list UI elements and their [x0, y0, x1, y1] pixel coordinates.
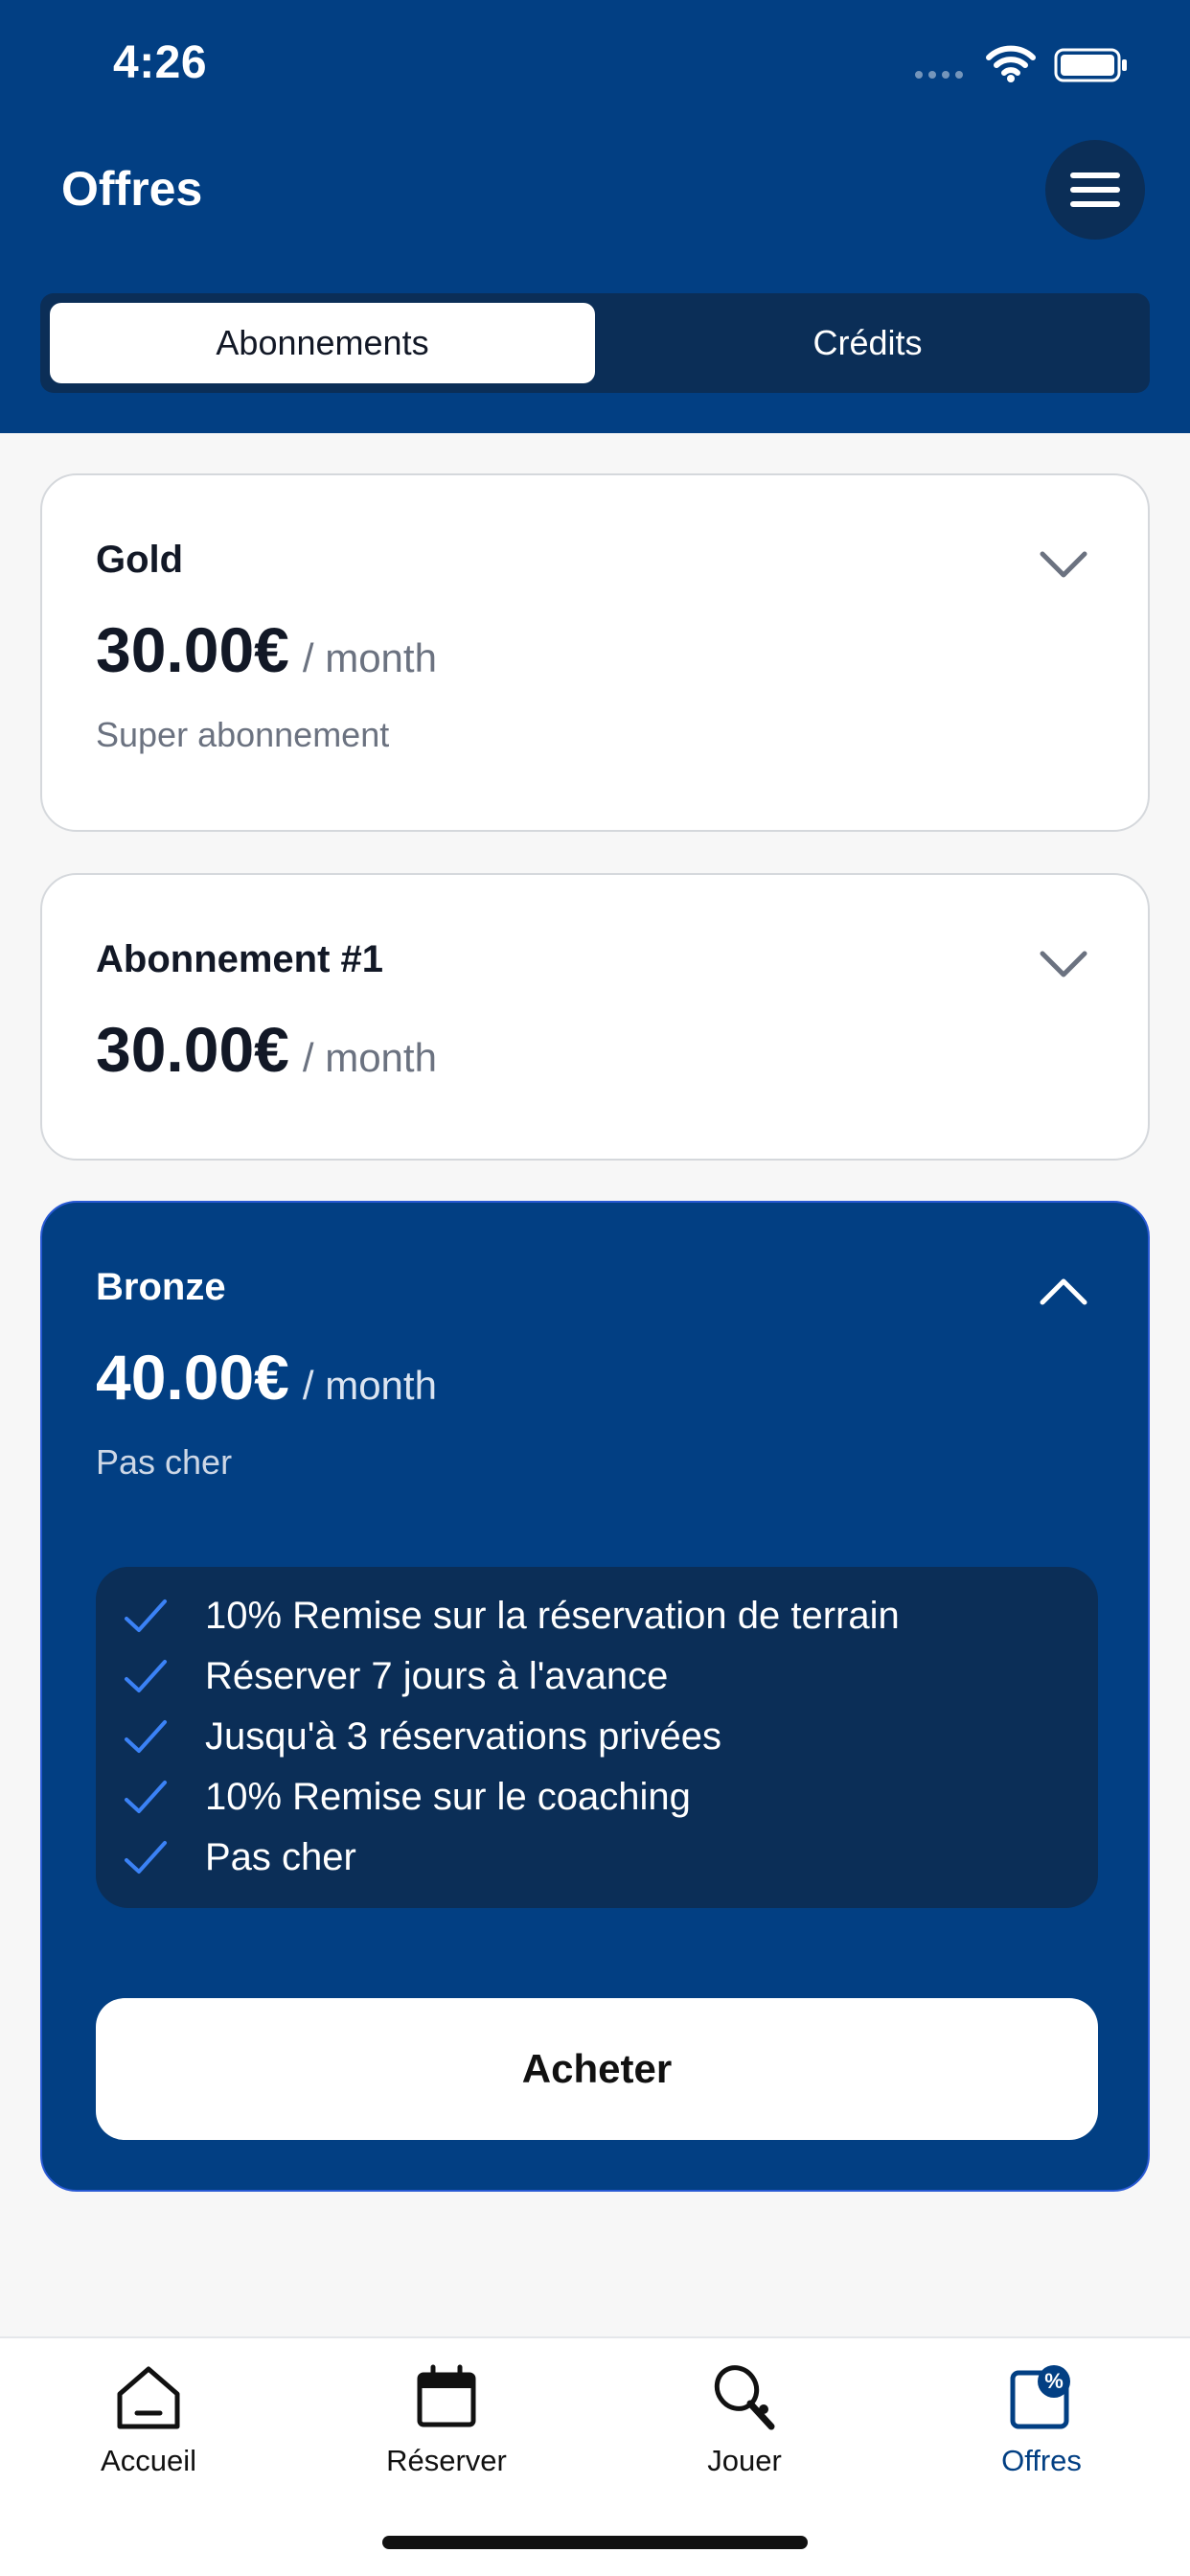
feature-item: 10% Remise sur la réservation de terrain	[123, 1586, 1098, 1646]
svg-text:%: %	[1044, 2369, 1064, 2393]
battery-icon	[1054, 48, 1127, 82]
home-indicator	[382, 2536, 808, 2549]
offers-icon: %	[1010, 2365, 1070, 2429]
tabbar-item-offres[interactable]: % Offres	[936, 2359, 1147, 2478]
buy-button[interactable]: Acheter	[96, 1998, 1098, 2140]
plan-price: 40.00€	[96, 1342, 289, 1413]
plan-name: Abonnement #1	[96, 938, 384, 980]
plan-name: Bronze	[96, 1266, 226, 1308]
calendar-icon	[417, 2364, 476, 2427]
feature-item: Réserver 7 jours à l'avance	[123, 1646, 1098, 1707]
tabbar-item-jouer[interactable]: Jouer	[639, 2359, 850, 2478]
tabbar-label: Accueil	[101, 2444, 196, 2477]
plan-price-row: 30.00€ / month	[96, 613, 437, 686]
plan-features-list: 10% Remise sur la réservation de terrain…	[96, 1567, 1098, 1908]
plan-price-row: 40.00€ / month	[96, 1341, 437, 1414]
feature-text: Réserver 7 jours à l'avance	[205, 1655, 669, 1697]
tabbar-label: Jouer	[707, 2444, 782, 2477]
tabbar-label: Réserver	[386, 2444, 507, 2477]
chevron-up-icon[interactable]	[1037, 1272, 1090, 1310]
checkmark-icon	[125, 1780, 167, 1813]
feature-item: Pas cher	[123, 1828, 1098, 1888]
plan-price: 30.00€	[96, 1014, 289, 1085]
offers-segmented-control: Abonnements Crédits	[40, 293, 1150, 393]
feature-text: Pas cher	[205, 1836, 356, 1878]
tabbar-label: Offres	[1001, 2444, 1082, 2477]
checkmark-icon	[125, 1659, 167, 1692]
tabbar-item-reserver[interactable]: Réserver	[341, 2359, 552, 2478]
chevron-down-icon[interactable]	[1037, 944, 1090, 982]
tab-credits[interactable]: Crédits	[595, 303, 1140, 383]
menu-button[interactable]	[1045, 140, 1145, 240]
checkmark-icon	[125, 1840, 167, 1874]
racket-icon	[714, 2365, 775, 2430]
plan-card-abonnement-1[interactable]: Abonnement #1 30.00€ / month	[40, 873, 1150, 1161]
feature-text: Jusqu'à 3 réservations privées	[205, 1715, 722, 1758]
tab-abonnements[interactable]: Abonnements	[50, 303, 595, 383]
header: 4:26 Offres Abonnements Crédits	[0, 0, 1190, 433]
wifi-icon	[986, 45, 1036, 82]
checkmark-icon	[125, 1598, 167, 1632]
checkmark-icon	[125, 1719, 167, 1753]
plan-period: / month	[302, 1363, 437, 1408]
feature-item: Jusqu'à 3 réservations privées	[123, 1707, 1098, 1767]
page-title: Offres	[61, 162, 203, 216]
plan-card-gold[interactable]: Gold 30.00€ / month Super abonnement	[40, 473, 1150, 832]
plan-period: / month	[302, 635, 437, 680]
home-icon	[117, 2366, 180, 2429]
plan-period: / month	[302, 1035, 437, 1080]
feature-text: 10% Remise sur le coaching	[205, 1776, 691, 1818]
plan-name: Gold	[96, 539, 184, 581]
plan-description: Super abonnement	[96, 715, 390, 754]
plan-price-row: 30.00€ / month	[96, 1013, 437, 1086]
feature-text: 10% Remise sur la réservation de terrain	[205, 1595, 900, 1637]
chevron-down-icon[interactable]	[1037, 544, 1090, 583]
cellular-signal-icon	[915, 71, 963, 79]
plan-card-bronze[interactable]: Bronze 40.00€ / month Pas cher 10% Remis…	[40, 1201, 1150, 2192]
plan-price: 30.00€	[96, 614, 289, 685]
tabbar-item-accueil[interactable]: Accueil	[43, 2359, 254, 2478]
status-time: 4:26	[113, 37, 208, 88]
hamburger-menu-icon	[1070, 172, 1120, 207]
plan-description: Pas cher	[96, 1442, 233, 1482]
feature-item: 10% Remise sur le coaching	[123, 1767, 1098, 1828]
